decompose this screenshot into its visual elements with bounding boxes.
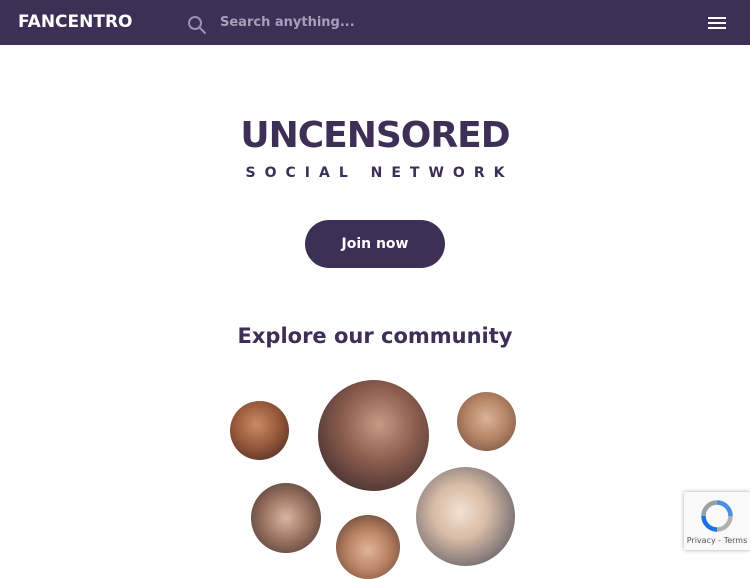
recaptcha-separator: - (715, 536, 724, 545)
top-navigation-bar: FANCENTRO (0, 0, 750, 45)
fancentro-logo[interactable]: FANCENTRO (18, 12, 133, 32)
recaptcha-icon (701, 500, 733, 532)
community-heading: Explore our community (237, 324, 513, 348)
search-icon[interactable] (187, 15, 207, 35)
join-now-button[interactable]: Join now (305, 220, 445, 268)
community-avatar[interactable] (416, 467, 515, 566)
community-avatar-featured[interactable] (318, 380, 429, 491)
community-avatar[interactable] (251, 483, 321, 553)
hero-subtitle: SOCIAL NETWORK (245, 165, 514, 181)
community-avatar[interactable] (230, 401, 289, 460)
hamburger-menu-icon[interactable] (704, 13, 730, 33)
community-avatar[interactable] (457, 392, 516, 451)
recaptcha-badge[interactable]: Privacy - Terms (684, 492, 750, 550)
search-input[interactable] (216, 8, 584, 36)
recaptcha-privacy-link[interactable]: Privacy (687, 536, 716, 545)
community-avatar[interactable] (336, 515, 400, 579)
hero-title: UNCENSORED (240, 115, 510, 156)
recaptcha-links: Privacy - Terms (684, 536, 750, 545)
recaptcha-terms-link[interactable]: Terms (724, 536, 748, 545)
